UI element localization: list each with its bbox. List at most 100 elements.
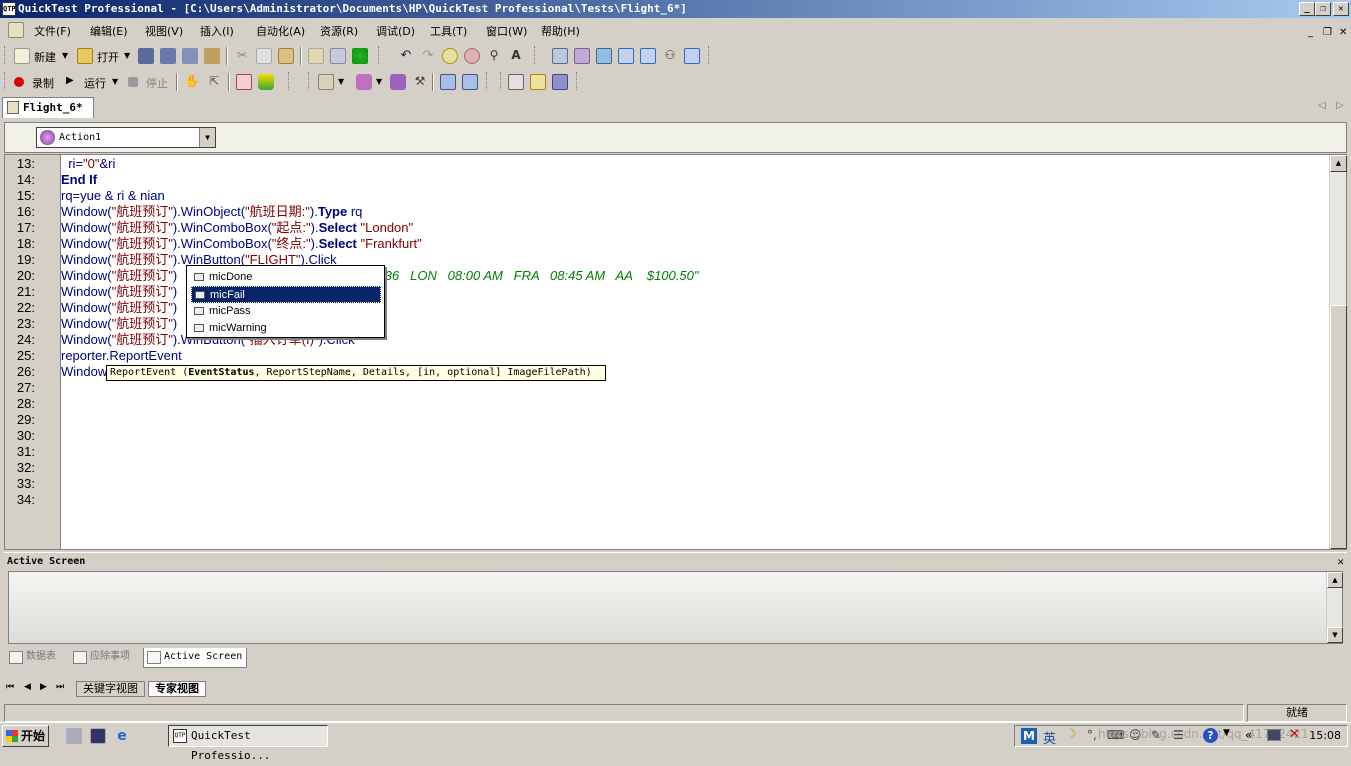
replace-icon[interactable]: A: [508, 48, 524, 64]
open-button[interactable]: 打开: [97, 49, 119, 65]
copy-icon[interactable]: [256, 48, 272, 64]
comment-block-icon[interactable]: [442, 48, 458, 64]
code-line[interactable]: Window("航班预订").WinComboBox("终点:").Select…: [61, 236, 422, 252]
object-repository-icon[interactable]: [552, 48, 568, 64]
toolbar-grip[interactable]: [308, 72, 311, 90]
taskbar-item-quicktest[interactable]: QTP QuickTest Professio...: [168, 725, 328, 762]
tab-keyword-view[interactable]: 关键字视图: [76, 681, 145, 697]
tab-data-table[interactable]: 数据表: [6, 648, 68, 668]
menu-help[interactable]: 帮助(H): [541, 23, 580, 39]
mdi-minimize-button[interactable]: _: [1308, 27, 1313, 38]
autocomplete-item-micdone[interactable]: micDone: [191, 269, 381, 286]
server-manager-icon[interactable]: [66, 728, 82, 744]
menu-tools[interactable]: 工具(T): [430, 23, 467, 39]
low-level-recording-icon[interactable]: ⇱: [206, 74, 222, 90]
autocomplete-list[interactable]: micDone micFail micPass micWarning: [186, 265, 385, 338]
test-settings-icon[interactable]: [596, 48, 612, 64]
breakpoint-icon[interactable]: [552, 74, 568, 90]
run-dropdown-arrow-icon[interactable]: ▼: [112, 77, 118, 86]
comment-icon[interactable]: [308, 48, 324, 64]
qtp-app-icon[interactable]: QTP: [2, 2, 16, 16]
menu-file[interactable]: 文件(F): [34, 23, 71, 39]
minimize-button[interactable]: _: [1299, 2, 1315, 16]
function-definition-icon[interactable]: [390, 74, 406, 90]
editor-vertical-scrollbar[interactable]: ▲: [1329, 155, 1347, 549]
toolbar-grip[interactable]: [378, 46, 381, 64]
scroll-up-icon[interactable]: ▲: [1330, 155, 1347, 172]
punctuation-icon[interactable]: °,: [1087, 728, 1097, 742]
redo-icon[interactable]: ↷: [420, 48, 436, 64]
check-syntax-icon[interactable]: [352, 48, 368, 64]
list-view-icon[interactable]: [508, 74, 524, 90]
run-button[interactable]: 运行: [84, 75, 106, 91]
insert-function-icon[interactable]: [356, 74, 372, 90]
close-button[interactable]: ✕: [1333, 2, 1349, 16]
new-button[interactable]: 新建: [34, 49, 56, 65]
toolbar-grip[interactable]: [708, 46, 711, 64]
internet-explorer-icon[interactable]: e: [114, 728, 130, 744]
restore-button[interactable]: ❐: [1315, 2, 1331, 16]
print-icon[interactable]: [204, 48, 220, 64]
active-screen-scrollbar[interactable]: ▲ ▼: [1326, 572, 1343, 643]
tab-expert-view[interactable]: 专家视图: [148, 681, 206, 697]
expert-view-editor[interactable]: 13: 14: 15: 16: 17: 18: 19: 20: 21: 22: 23: 24: 25: 2…: [4, 154, 1347, 550]
active-screen-pane[interactable]: ▲ ▼: [8, 571, 1343, 644]
prev-icon[interactable]: ◀: [24, 682, 31, 692]
code-line[interactable]: Window("航班预订").WinObject("航班日期:").Type r…: [61, 204, 362, 220]
start-button[interactable]: 开始: [2, 725, 49, 747]
tab-missing-resources[interactable]: 应除事项: [70, 648, 142, 668]
autocomplete-item-micpass[interactable]: micPass: [191, 303, 381, 320]
code-line[interactable]: Window: [61, 364, 107, 380]
uncomment-block-icon[interactable]: [464, 48, 480, 64]
toolbar-grip[interactable]: [486, 72, 489, 90]
analog-recording-icon[interactable]: ✋: [184, 74, 200, 90]
new-dropdown-arrow-icon[interactable]: ▼: [62, 51, 68, 60]
open-dropdown-arrow-icon[interactable]: ▼: [124, 51, 130, 60]
insert-checkpoint-icon[interactable]: [236, 74, 252, 90]
last-icon[interactable]: ⏭: [56, 682, 64, 692]
scroll-down-icon[interactable]: ▼: [1327, 627, 1343, 643]
find-icon[interactable]: ⚲: [486, 48, 502, 64]
record-button[interactable]: 录制: [32, 75, 54, 91]
mdi-close-button[interactable]: ✕: [1339, 27, 1347, 38]
toolbar-grip[interactable]: [4, 72, 7, 90]
menu-edit[interactable]: 编辑(E): [90, 23, 128, 39]
tab-scroll-left-icon[interactable]: ◁: [1318, 100, 1326, 111]
step-into-icon[interactable]: [440, 74, 456, 90]
code-line[interactable]: Window("航班预订").WinComboBox("起点:").Select…: [61, 220, 413, 236]
print-preview-icon[interactable]: [182, 48, 198, 64]
mdi-restore-button[interactable]: ❐: [1323, 27, 1332, 38]
show-desktop-icon[interactable]: [90, 728, 106, 744]
scroll-up-icon[interactable]: ▲: [1327, 572, 1343, 588]
toolbar-grip[interactable]: [500, 72, 503, 90]
debug-settings-icon[interactable]: ⚒: [412, 74, 428, 90]
paste-icon[interactable]: [278, 48, 294, 64]
ime-icon[interactable]: M: [1021, 728, 1037, 744]
insert-output-icon[interactable]: [258, 74, 274, 90]
tab-active-screen[interactable]: Active Screen: [143, 648, 247, 668]
save-all-icon[interactable]: [160, 48, 176, 64]
cut-icon[interactable]: ✂: [234, 48, 250, 64]
code-line[interactable]: Window("航班预订"): [61, 300, 177, 316]
active-screen-toggle-icon[interactable]: [640, 48, 656, 64]
menu-insert[interactable]: 插入(I): [200, 23, 234, 39]
menu-debug[interactable]: 调试(D): [376, 23, 415, 39]
insert-step-dropdown-arrow-icon[interactable]: ▼: [338, 77, 344, 86]
action-dropdown[interactable]: Action1 ▼: [36, 127, 216, 148]
next-icon[interactable]: ▶: [40, 682, 47, 692]
tab-flight-6[interactable]: Flight_6*: [2, 97, 94, 118]
first-icon[interactable]: ⏮: [6, 682, 14, 692]
english-mode-icon[interactable]: 英: [1043, 728, 1056, 747]
toolbar-grip[interactable]: [576, 72, 579, 90]
code-line[interactable]: reporter.ReportEvent: [61, 348, 182, 364]
code-line[interactable]: rq=yue & ri & nian: [61, 188, 165, 204]
close-icon[interactable]: ✕: [1337, 553, 1344, 570]
scroll-thumb[interactable]: [1330, 305, 1347, 549]
insert-step-icon[interactable]: [318, 74, 334, 90]
code-line[interactable]: Window("航班预订"): [61, 316, 177, 332]
menu-window[interactable]: 窗口(W): [486, 23, 527, 39]
resources-pane-icon[interactable]: [684, 48, 700, 64]
menu-resources[interactable]: 资源(R): [320, 23, 358, 39]
autocomplete-item-micfail[interactable]: micFail: [191, 286, 381, 303]
code-line[interactable]: End If: [61, 172, 97, 188]
